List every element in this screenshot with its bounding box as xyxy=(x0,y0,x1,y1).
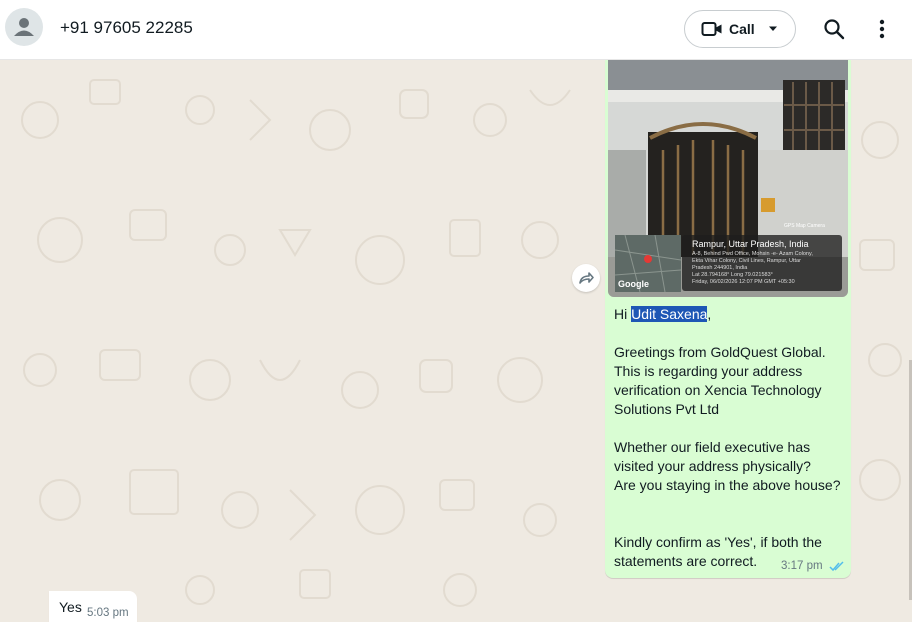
chat-panel: GPS Map Camera Google Rampur, Uttar Prad… xyxy=(0,60,912,622)
incoming-timestamp: 5:03 pm xyxy=(87,607,129,619)
message-line: Greetings from GoldQuest Global. xyxy=(614,344,826,360)
gps-location-title: Rampur, Uttar Pradesh, India xyxy=(692,239,809,249)
message-line: Whether our field executive has xyxy=(614,439,811,455)
gps-coordinates: Lat 28.794168° Long 79.021583° xyxy=(692,272,773,278)
gps-camera-label: GPS Map Camera xyxy=(784,223,825,229)
chat-header: +91 97605 22285 Call xyxy=(0,0,912,60)
more-vert-icon[interactable] xyxy=(872,17,892,41)
message-line: Kindly confirm as 'Yes', if both the xyxy=(614,534,822,550)
outgoing-message[interactable]: GPS Map Camera Google Rampur, Uttar Prad… xyxy=(605,60,851,578)
message-line: Solutions Pvt Ltd xyxy=(614,401,720,417)
greeting-suffix: , xyxy=(707,306,712,322)
greeting-prefix: Hi xyxy=(614,306,632,322)
message-line: statements are correct. xyxy=(614,553,758,569)
default-avatar-icon xyxy=(14,18,34,36)
message-line: Are you staying in the above house? xyxy=(614,477,841,493)
video-camera-icon xyxy=(701,22,722,36)
forward-button[interactable] xyxy=(572,264,600,292)
house-photo[interactable]: GPS Map Camera Google Rampur, Uttar Prad… xyxy=(608,60,848,297)
call-button[interactable]: Call xyxy=(684,10,796,48)
forward-icon xyxy=(579,272,594,284)
google-logo: Google xyxy=(618,279,649,289)
message-timestamp: 3:17 pm xyxy=(781,560,823,572)
message-line: This is regarding your address xyxy=(614,363,803,379)
incoming-text: Yes xyxy=(59,599,82,615)
contact-name[interactable]: +91 97605 22285 xyxy=(60,18,193,38)
incoming-message[interactable]: Yes 5:03 pm xyxy=(49,591,137,622)
gps-address-line: Ekta Vihar Colony, Civil Lines, Rampur, … xyxy=(692,258,801,264)
highlighted-name[interactable]: Udit Saxena xyxy=(631,306,708,322)
map-thumbnail: Google xyxy=(615,235,681,292)
contact-avatar[interactable] xyxy=(5,8,43,46)
greeting-line: Hi Udit Saxena, xyxy=(614,305,711,324)
chevron-down-icon[interactable] xyxy=(767,25,779,33)
search-icon[interactable] xyxy=(822,17,846,41)
message-line: verification on Xencia Technology xyxy=(614,382,822,398)
gps-info-card: Rampur, Uttar Pradesh, India A-8, Behind… xyxy=(682,235,842,291)
message-line: visited your address physically? xyxy=(614,458,811,474)
gps-address-line: A-8, Behind Pwd Office, Mohsin -e- Azam … xyxy=(692,251,813,257)
gps-timestamp: Friday, 06/02/2026 12:07 PM GMT +05:30 xyxy=(692,279,795,285)
gps-address-line: Pradesh 244901, India xyxy=(692,265,748,271)
double-check-icon xyxy=(829,561,844,572)
call-label: Call xyxy=(729,21,755,37)
